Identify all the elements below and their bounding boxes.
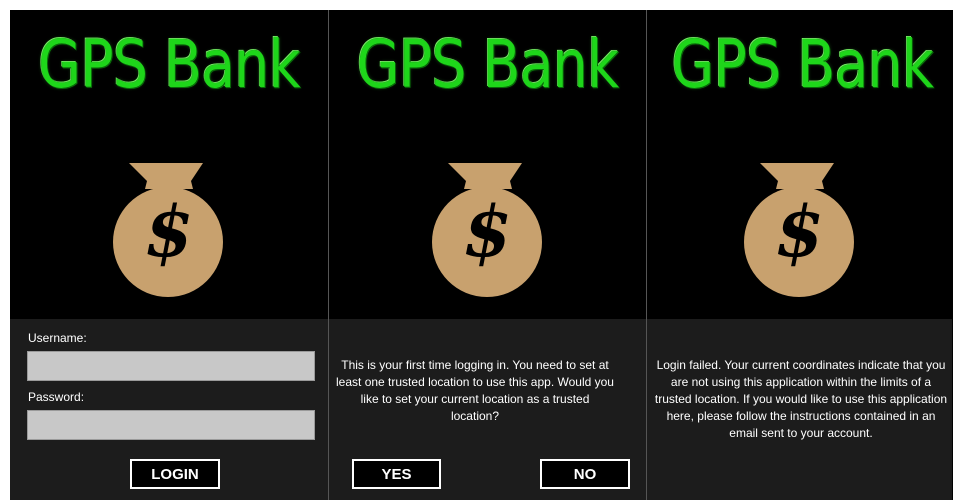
error-panel: Login failed. Your current coordinates i…	[647, 319, 952, 500]
money-bag-icon: $	[740, 163, 860, 298]
dollar-sign-icon: $	[144, 190, 194, 273]
username-label: Username:	[28, 331, 87, 345]
dollar-sign-icon: $	[463, 190, 512, 273]
username-input[interactable]	[27, 351, 315, 381]
money-bag-icon: $	[109, 163, 229, 298]
first-login-screen: GPS Bank $ This is your first time loggi…	[329, 10, 647, 500]
app-title: GPS Bank	[38, 26, 301, 103]
login-panel: Username: Password: LOGIN	[10, 319, 328, 500]
hero-area: GPS Bank $	[329, 10, 646, 319]
password-input[interactable]	[27, 410, 315, 440]
money-bag-icon: $	[428, 163, 548, 298]
hero-area: GPS Bank $	[647, 10, 952, 319]
app-title: GPS Bank	[356, 26, 620, 103]
login-failed-message: Login failed. Your current coordinates i…	[654, 358, 948, 440]
dollar-sign-icon: $	[775, 190, 824, 273]
app-title: GPS Bank	[671, 26, 934, 103]
login-button[interactable]: LOGIN	[130, 459, 220, 489]
login-failed-screen: GPS Bank $ Login failed. Your current co…	[647, 10, 952, 500]
screens-strip: GPS Bank $ Username: Password: LOGIN GPS…	[10, 10, 953, 500]
no-button[interactable]: NO	[540, 459, 630, 489]
login-screen: GPS Bank $ Username: Password: LOGIN	[10, 10, 329, 500]
prompt-panel: This is your first time logging in. You …	[329, 319, 646, 500]
password-label: Password:	[28, 390, 85, 404]
hero-area: GPS Bank $	[10, 10, 328, 319]
yes-button[interactable]: YES	[352, 459, 441, 489]
trusted-location-message: This is your first time logging in. You …	[336, 358, 614, 423]
